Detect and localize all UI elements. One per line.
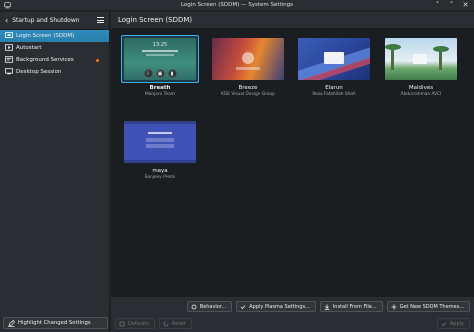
theme-name: maya xyxy=(152,168,168,174)
highlight-changed-settings-button[interactable]: Highlight Changed Settings xyxy=(3,317,108,329)
maximize-icon: ˄ xyxy=(449,1,454,9)
theme-preview-maldives xyxy=(385,38,457,80)
sidebar-item-label: Autostart xyxy=(16,45,42,51)
defaults-label: Defaults xyxy=(128,320,149,327)
get-new-themes-button[interactable]: Get New SDDM Themes... xyxy=(386,301,470,312)
sidebar-item-desktop-session[interactable]: Desktop Session xyxy=(0,66,109,78)
preview-clock: 13:25 xyxy=(152,42,168,48)
theme-card-maya[interactable]: maya Sanjeev Premi xyxy=(120,118,200,180)
hamburger-menu-icon[interactable] xyxy=(97,16,104,24)
sidebar-header: ‹ Startup and Shutdown xyxy=(0,12,109,29)
reset-label: Reset xyxy=(171,320,186,327)
minimize-icon: ˅ xyxy=(435,1,440,9)
theme-grid: 13:25 i ▣ ▮ Breath Manjaro Team Breeze K… xyxy=(111,30,474,308)
sidebar-title: Startup and Shutdown xyxy=(12,17,80,24)
apply-settings-icon xyxy=(240,305,246,310)
theme-card-breeze[interactable]: Breeze KDE Visual Design Group xyxy=(208,35,288,97)
theme-author: Abdurrahman AVCI xyxy=(400,92,442,97)
theme-card-maldives[interactable]: Maldives Abdurrahman AVCI xyxy=(381,35,461,97)
defaults-button[interactable]: Defaults xyxy=(115,318,155,329)
theme-preview-breath: 13:25 i ▣ ▮ xyxy=(124,38,196,80)
bottom-bar: Behavior... Apply Plasma Settings... Ins… xyxy=(111,296,474,332)
behavior-button[interactable]: Behavior... xyxy=(186,301,233,312)
install-from-file-label: Install From File... xyxy=(332,303,377,310)
theme-preview-maya xyxy=(124,121,196,163)
theme-author: KDE Visual Design Group xyxy=(221,92,275,97)
sidebar-item-background-services[interactable]: Background Services xyxy=(0,54,109,66)
sidebar-item-login-screen[interactable]: Login Screen (SDDM) xyxy=(0,30,109,42)
sidebar-item-autostart[interactable]: Autostart xyxy=(0,42,109,54)
highlight-changed-settings-label: Highlight Changed Settings xyxy=(18,320,91,326)
theme-name: Breath xyxy=(149,85,171,91)
sidebar: ‹ Startup and Shutdown Login Screen (SDD… xyxy=(0,12,110,332)
main-panel: Login Screen (SDDM) 13:25 i ▣ ▮ Breath M… xyxy=(111,12,474,332)
changed-indicator-badge xyxy=(96,59,99,62)
apply-plasma-label: Apply Plasma Settings... xyxy=(249,303,310,310)
theme-author: Reza Fatahilah Shah xyxy=(312,92,356,97)
close-button[interactable]: ✕ xyxy=(461,1,470,10)
image-icon[interactable]: ▣ xyxy=(155,69,165,78)
get-new-icon xyxy=(391,304,397,310)
info-icon[interactable]: i xyxy=(143,69,153,78)
theme-card-elarun[interactable]: Elarun Reza Fatahilah Shah xyxy=(294,35,374,97)
delete-icon[interactable]: ▮ xyxy=(167,69,177,78)
defaults-icon xyxy=(119,321,125,327)
window-title: Login Screen (SDDM) — System Settings xyxy=(180,2,294,8)
apply-button[interactable]: Apply xyxy=(436,318,470,329)
maximize-button[interactable]: ˄ xyxy=(447,1,456,10)
install-icon xyxy=(324,304,330,310)
sidebar-item-label: Login Screen (SDDM) xyxy=(16,33,75,39)
page-title: Login Screen (SDDM) xyxy=(111,12,474,29)
theme-card-breath[interactable]: 13:25 i ▣ ▮ Breath Manjaro Team xyxy=(120,35,200,97)
theme-name: Maldives xyxy=(408,85,434,91)
autostart-icon xyxy=(5,44,13,51)
apply-label: Apply xyxy=(449,320,464,327)
sidebar-item-label: Background Services xyxy=(16,57,74,63)
get-new-themes-label: Get New SDDM Themes... xyxy=(399,303,464,310)
background-services-icon xyxy=(5,56,13,63)
reset-button[interactable]: Reset xyxy=(158,318,192,329)
close-icon: ✕ xyxy=(462,1,469,9)
desktop-session-icon xyxy=(5,68,13,75)
theme-name: Elarun xyxy=(325,85,343,91)
theme-author: Manjaro Team xyxy=(145,92,175,97)
behavior-label: Behavior... xyxy=(199,303,227,310)
theme-preview-elarun xyxy=(298,38,370,80)
theme-author: Sanjeev Premi xyxy=(144,175,176,180)
install-from-file-button[interactable]: Install From File... xyxy=(319,301,383,312)
theme-name: Breeze xyxy=(238,85,258,91)
highlight-icon xyxy=(8,320,15,327)
theme-preview-breeze xyxy=(212,38,284,80)
title-bar: Login Screen (SDDM) — System Settings ˅ … xyxy=(0,0,474,11)
sidebar-item-label: Desktop Session xyxy=(16,69,62,75)
apply-icon xyxy=(441,322,447,327)
apply-plasma-settings-button[interactable]: Apply Plasma Settings... xyxy=(236,301,316,312)
reset-icon xyxy=(163,321,169,327)
minimize-button[interactable]: ˅ xyxy=(433,1,442,10)
settings-icon xyxy=(191,304,197,310)
back-icon[interactable]: ‹ xyxy=(5,16,8,25)
login-screen-icon xyxy=(5,32,13,38)
